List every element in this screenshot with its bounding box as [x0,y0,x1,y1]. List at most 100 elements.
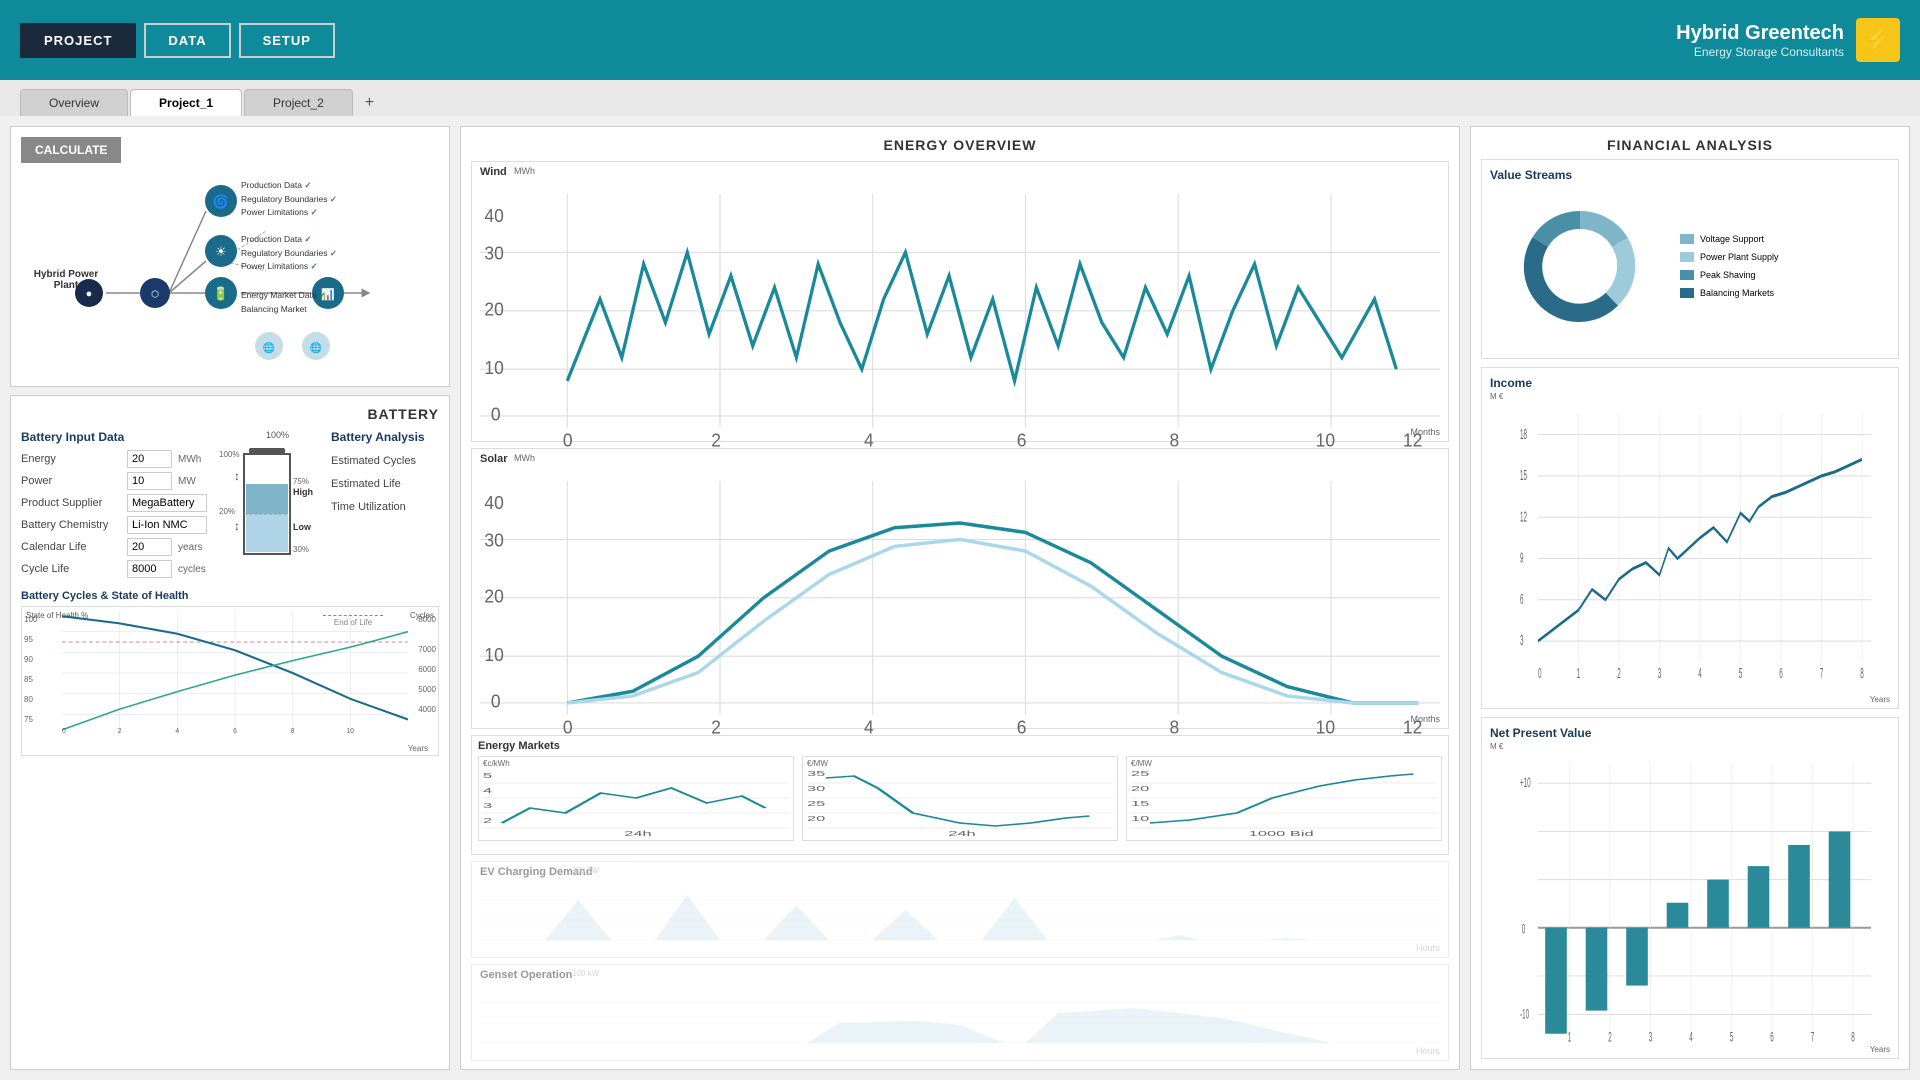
svg-text:1: 1 [1568,1030,1572,1045]
genset-chart: Genset Operation 100 kW Hours [471,964,1449,1061]
svg-text:9: 9 [1520,551,1523,567]
time-util-row: Time Utilization [331,498,450,516]
svg-text:6: 6 [1770,1030,1774,1045]
tabs-bar: Overview Project_1 Project_2 + [0,80,1920,116]
brand-icon: ⚡ [1856,18,1900,62]
income-title: Income [1490,376,1890,390]
svg-text:3: 3 [483,802,492,810]
svg-text:🌀: 🌀 [213,193,229,209]
svg-text:12: 12 [1520,510,1527,526]
svg-text:20: 20 [807,815,825,823]
svg-text:3: 3 [1520,634,1523,650]
power-row: Power MW [21,472,207,490]
supplier-input[interactable] [127,494,207,512]
svg-text:+10: +10 [1520,776,1531,791]
svg-text:15: 15 [1131,800,1149,808]
svg-text:🔋: 🔋 [213,286,229,301]
diagram-area: CALCULATE Hybrid Power Plant [10,126,450,387]
nav-data[interactable]: DATA [144,23,230,58]
svg-text:-10: -10 [1520,1007,1529,1022]
svg-text:0: 0 [491,691,501,712]
svg-text:7: 7 [1811,1030,1815,1045]
npv-chart: +10 0 -10 1 2 3 4 5 6 7 8 [1490,744,1890,1068]
svg-text:3: 3 [1649,1030,1653,1045]
wind-info-box: Production Data ✓ Regulatory Boundaries … [241,179,337,220]
svg-text:●: ● [86,288,93,300]
svg-text:30: 30 [484,243,503,264]
financial-title: FINANCIAL ANALYSIS [1481,137,1899,153]
svg-text:10: 10 [1131,815,1149,823]
svg-text:25: 25 [807,800,825,808]
svg-text:4: 4 [175,728,179,735]
estimated-cycles-row: Estimated Cycles cycles [331,452,450,470]
svg-text:8: 8 [1860,667,1863,683]
svg-text:4: 4 [483,787,492,795]
energy-row: Energy MWh [21,450,207,468]
battery-visual: 100% High Low [219,430,319,582]
ev-charging-chart: EV Charging Demand 350 kW Hours [471,861,1449,958]
svg-text:20: 20 [484,299,503,320]
nav-setup[interactable]: SETUP [239,23,335,58]
svg-text:2: 2 [1608,1030,1612,1045]
supplier-row: Product Supplier [21,494,207,512]
svg-text:0: 0 [62,728,66,735]
calendar-life-input[interactable] [127,538,172,556]
svg-text:20%: 20% [219,507,235,516]
left-panel: CALCULATE Hybrid Power Plant [10,126,450,1070]
cycles-chart-section: Battery Cycles & State of Health State o… [21,590,439,756]
battery-analysis: Battery Analysis Estimated Cycles cycles… [331,430,450,582]
tab-overview[interactable]: Overview [20,89,128,116]
svg-text:40: 40 [484,205,503,226]
svg-text:10: 10 [484,644,503,665]
energy-input[interactable] [127,450,172,468]
value-streams-title: Value Streams [1490,168,1890,182]
svg-text:↕: ↕ [234,469,240,483]
income-section: Income M € Years 18 1 [1481,367,1899,709]
market-info-box: Energy Market Data ✓ Balancing Market [241,289,326,316]
battery-section: HYBRID POWER PLANT BATTERY Battery Input… [10,395,450,1070]
npv-title: Net Present Value [1490,726,1890,740]
cycle-life-row: Cycle Life cycles [21,560,207,578]
svg-text:5: 5 [1739,667,1742,683]
svg-text:20: 20 [1131,785,1149,793]
tab-add-button[interactable]: + [355,90,384,116]
svg-text:0: 0 [1522,922,1526,937]
svg-text:20: 20 [484,586,503,607]
power-input[interactable] [127,472,172,490]
battery-input-title: Battery Input Data [21,430,207,444]
brand-name: Hybrid Greentech [1676,22,1844,45]
svg-text:24h: 24h [624,830,651,836]
diagram-svg: ● ⬡ 🌀 ☀ 🔋 🌐 [21,171,451,376]
svg-text:18: 18 [1520,427,1527,443]
svg-text:0: 0 [491,404,501,425]
svg-text:3: 3 [1658,667,1661,683]
svg-text:6: 6 [1779,667,1782,683]
energy-overview-panel: ENERGY OVERVIEW Wind MWh Months 40 30 [460,126,1460,1070]
calculate-button[interactable]: CALCULATE [21,137,121,163]
svg-text:24h: 24h [948,830,975,836]
market-chart-2: €/MW 35 30 25 20 24h [802,756,1118,841]
svg-text:⬡: ⬡ [151,289,159,299]
svg-text:35: 35 [807,770,825,778]
main-content: CALCULATE Hybrid Power Plant [0,116,1920,1080]
tab-project1[interactable]: Project_1 [130,89,242,116]
svg-text:5: 5 [1730,1030,1734,1045]
wind-chart: Wind MWh Months 40 30 20 10 0 [471,161,1449,442]
svg-text:4: 4 [1689,1030,1693,1045]
svg-text:2: 2 [118,728,122,735]
cycles-chart-title: Battery Cycles & State of Health [21,590,439,602]
chemistry-input[interactable] [127,516,207,534]
svg-text:100%: 100% [219,450,239,459]
tab-project2[interactable]: Project_2 [244,89,353,116]
npv-section: Net Present Value M € Years [1481,717,1899,1059]
cycle-life-input[interactable] [127,560,172,578]
svg-text:1000 Bid: 1000 Bid [1249,830,1314,836]
svg-text:30: 30 [484,530,503,551]
svg-text:25: 25 [1131,770,1149,778]
svg-text:30%: 30% [293,545,309,554]
battery-section-title: BATTERY [21,406,439,422]
svg-text:4: 4 [1698,667,1701,683]
nav-project[interactable]: PROJECT [20,23,136,58]
svg-text:☀: ☀ [215,244,227,259]
donut-chart [1490,186,1670,346]
